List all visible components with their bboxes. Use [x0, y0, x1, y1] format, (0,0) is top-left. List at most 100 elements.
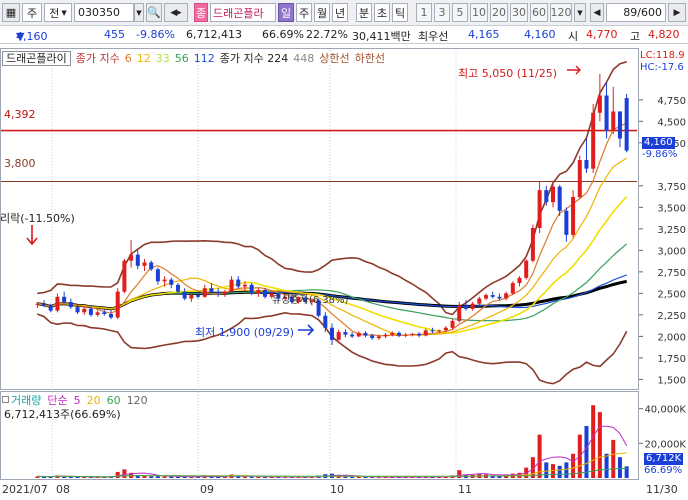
candle-body	[504, 293, 509, 299]
lc-tag: LC:118.9	[640, 50, 685, 61]
candle-body	[604, 95, 609, 130]
candle-body	[443, 327, 448, 331]
x-label-1: 08	[56, 483, 70, 496]
candle-body	[189, 295, 194, 299]
candle-body	[557, 186, 562, 211]
volume-bar	[155, 476, 160, 478]
checkbox-icon[interactable]	[2, 396, 9, 403]
volume-value: 6,712,413주(66.69%)	[4, 408, 121, 421]
drop-arrow-icon	[26, 225, 38, 246]
stock-name-box: 드래곤플라이	[2, 50, 71, 66]
candle-body	[175, 284, 180, 292]
volume-bar	[544, 462, 549, 478]
volume-bar	[584, 426, 589, 478]
index-value: 224	[267, 52, 289, 65]
volume-bar	[122, 469, 127, 478]
candle-body	[169, 279, 174, 285]
level-line-2-label: 3,800	[4, 157, 36, 170]
candle-body	[202, 288, 207, 297]
candle-body	[396, 332, 401, 336]
volume-bar	[242, 476, 247, 478]
volume-bar	[604, 453, 609, 478]
volume-bar	[222, 476, 227, 478]
candle-body	[463, 305, 468, 309]
candle-body	[115, 291, 120, 318]
volume-bar	[82, 476, 87, 478]
candle-body	[597, 95, 602, 113]
price-tick-label: 4,500	[657, 117, 686, 128]
price-legend: 드래곤플라이 종가 지수 6 12 33 56 112 종가 지수 224 44…	[2, 50, 385, 66]
volume-bar	[68, 476, 73, 478]
candle-body	[390, 332, 395, 335]
candle-body	[524, 260, 529, 278]
candle-body	[75, 307, 80, 313]
volume-bar	[550, 464, 555, 478]
volume-bar	[115, 471, 120, 478]
drop-annotation: 리락(-11.50%)	[0, 212, 75, 225]
vma-20: 20	[86, 393, 101, 407]
ma-label: 종가 지수	[75, 52, 120, 65]
volume-bar	[597, 412, 602, 478]
stock-chart: 4,7504,5004,2503,7503,5003,2503,0002,750…	[1, 50, 686, 480]
low-annotation: 최저 1,900 (09/29)	[195, 326, 295, 339]
x-label-3: 10	[330, 483, 344, 496]
price-tick-label: 2,000	[657, 332, 686, 343]
candle-body	[417, 333, 422, 336]
ma-112: 112	[193, 51, 215, 65]
volume-bar	[142, 475, 147, 478]
x-label-2: 09	[200, 483, 214, 496]
candle-body	[149, 262, 154, 270]
candle-body	[617, 111, 622, 139]
index-label: 종가 지수 224	[220, 50, 288, 66]
x-label-4: 11	[458, 483, 472, 496]
candle-body	[48, 305, 53, 311]
candle-body	[497, 296, 502, 299]
candle-body	[142, 262, 147, 266]
candle-body	[68, 301, 73, 308]
candle-body	[484, 295, 489, 299]
price-tick-label: 3,000	[657, 246, 686, 257]
level-line-1-label: 4,392	[4, 108, 36, 121]
lower-band-label: 하한선	[354, 52, 385, 65]
candle-body	[564, 210, 569, 235]
candle-body	[477, 298, 482, 304]
volume-legend: 거래량 단순 5 20 60 120	[2, 393, 148, 407]
high-annotation: 최고 5,050 (11/25)	[458, 67, 558, 80]
candle-body	[155, 269, 160, 282]
candle-body	[82, 308, 87, 313]
candle-body	[550, 186, 555, 203]
low-arrow-icon	[298, 324, 315, 336]
candle-body	[571, 197, 576, 235]
candle-body	[323, 315, 328, 328]
candle-body	[102, 312, 107, 315]
price-tick-label: 2,750	[657, 268, 686, 279]
candle-body	[216, 291, 221, 294]
candle-body	[457, 305, 462, 321]
candle-body	[363, 332, 368, 336]
candle-body	[329, 327, 335, 340]
vma-120: 120	[126, 393, 148, 407]
candle-body	[209, 288, 214, 292]
ma-6: 6	[124, 51, 132, 65]
candle-body	[95, 312, 100, 315]
volume-bar	[149, 476, 154, 478]
price-tick-label: 3,750	[657, 182, 686, 193]
volume-pct-tag: 66.69%	[644, 465, 683, 476]
price-tick-label: 2,500	[657, 289, 686, 300]
volume-bar	[350, 476, 355, 478]
volume-bar	[162, 476, 167, 478]
volume-tag: 6,712K	[644, 453, 684, 465]
candle-body	[350, 334, 355, 337]
high-arrow-icon	[567, 65, 581, 75]
price-tick-label: 1,750	[657, 354, 686, 365]
volume-bar	[75, 476, 80, 478]
candle-body	[229, 279, 234, 292]
candle-body	[222, 291, 227, 294]
candle-body	[530, 227, 535, 261]
candle-body	[470, 303, 475, 309]
candle-body	[122, 260, 127, 292]
volume-bar	[564, 462, 569, 478]
candle-body	[584, 160, 589, 169]
candle-body	[544, 190, 549, 203]
index-value-2: 448	[293, 51, 315, 65]
